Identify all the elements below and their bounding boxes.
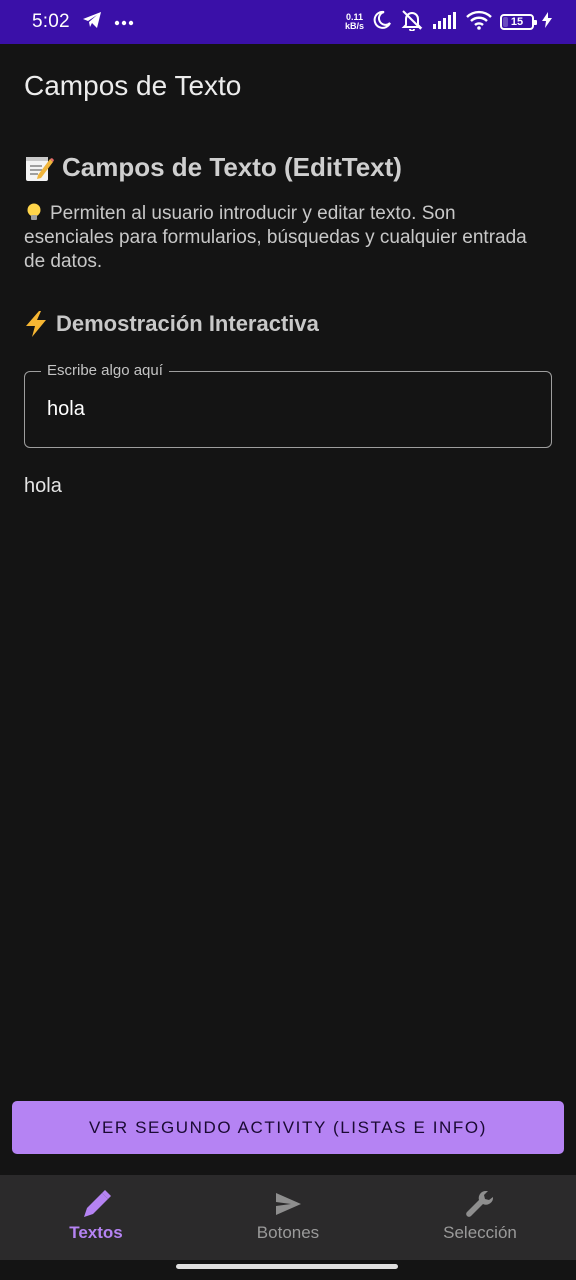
lightning-icon: [24, 311, 48, 337]
section-description-block: Permiten al usuario introducir y editar …: [24, 202, 544, 274]
wifi-icon: [466, 10, 492, 35]
text-input-label: Escribe algo aquí: [41, 362, 169, 380]
section-title: Campos de Texto (EditText): [62, 152, 402, 182]
moon-icon: [372, 10, 392, 35]
bottom-navigation: Textos Botones Selección: [0, 1175, 576, 1260]
app-bar-title: Campos de Texto: [24, 70, 242, 101]
battery-level-fill: [503, 17, 508, 27]
signal-icon: [432, 11, 458, 34]
telegram-icon: [82, 11, 102, 34]
echo-text: hola: [24, 475, 62, 497]
text-input-field[interactable]: Escribe algo aquí: [24, 362, 552, 448]
nav-label-seleccion: Selección: [443, 1223, 517, 1242]
nav-label-textos: Textos: [69, 1223, 123, 1242]
second-activity-button[interactable]: VER SEGUNDO ACTIVITY (LISTAS E INFO): [12, 1101, 564, 1154]
charging-icon: [542, 11, 552, 33]
gesture-handle[interactable]: [176, 1264, 398, 1269]
nav-item-seleccion[interactable]: Selección: [384, 1175, 576, 1260]
screen: 5:02 0.11 kB/s 15 Campos de Texto Campos…: [0, 0, 576, 1280]
battery-icon: 15: [500, 14, 537, 30]
mute-icon: [400, 9, 424, 36]
more-dots-icon: [114, 13, 134, 31]
status-left: 5:02: [32, 11, 134, 34]
section-heading: Campos de Texto (EditText): [24, 152, 402, 183]
wrench-icon: [464, 1189, 496, 1219]
pencil-icon: [80, 1189, 112, 1219]
section-description: Permiten al usuario introducir y editar …: [24, 203, 527, 272]
status-right: 0.11 kB/s 15: [345, 9, 552, 36]
nav-label-botones: Botones: [256, 1223, 320, 1242]
demo-heading: Demostración Interactiva: [24, 311, 319, 337]
nav-item-textos[interactable]: Textos: [0, 1175, 192, 1260]
net-speed-unit: kB/s: [344, 21, 364, 31]
demo-title: Demostración Interactiva: [56, 311, 319, 336]
net-speed-indicator: 0.11 kB/s: [345, 13, 364, 31]
text-input[interactable]: [47, 398, 527, 421]
gesture-area: [0, 1260, 576, 1280]
battery-level: 15: [510, 16, 524, 28]
nav-item-botones[interactable]: Botones: [192, 1175, 384, 1260]
send-icon: [272, 1189, 304, 1219]
memo-icon: [24, 153, 54, 183]
lightbulb-icon: [24, 202, 44, 222]
status-time: 5:02: [32, 11, 70, 32]
status-bar: 5:02 0.11 kB/s 15: [0, 0, 576, 44]
